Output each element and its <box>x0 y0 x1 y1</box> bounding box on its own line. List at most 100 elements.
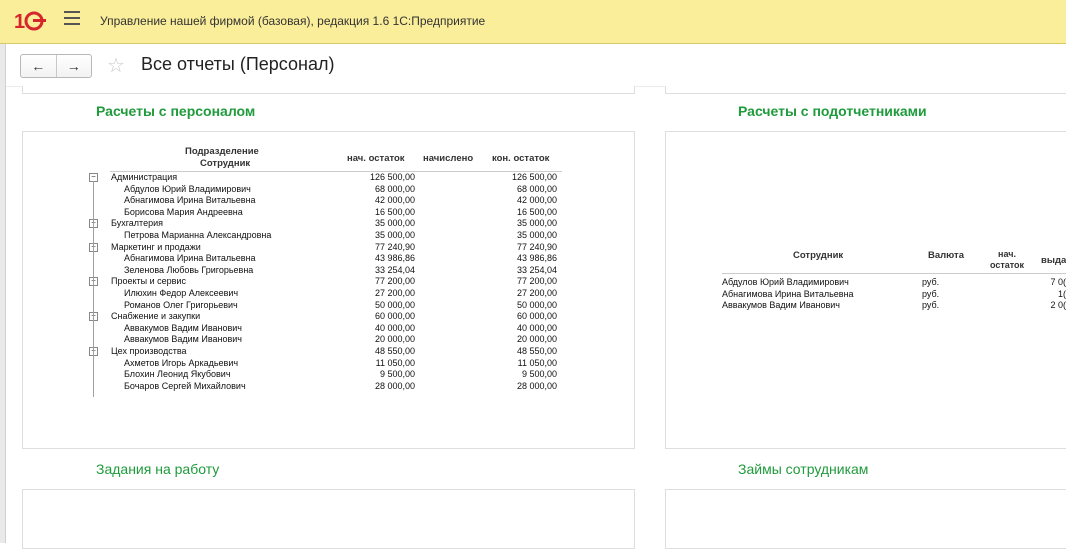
top-panel-right <box>665 86 1066 94</box>
navigation-bar: ← → ☆ Все отчеты (Персонал) <box>6 44 1066 87</box>
table-row[interactable]: Бочаров Сергей Михайлович 28 000,00 28 000… <box>0 380 570 392</box>
start-balance-cell: 11 050,00 <box>375 357 415 368</box>
row-name: Абнагимова Ирина Витальевна <box>722 288 854 299</box>
end-balance-cell: 126 500,00 <box>511 172 557 182</box>
row-name: Зеленова Любовь Григорьевна <box>124 264 254 275</box>
end-balance-cell: 48 550,00 <box>516 346 557 356</box>
end-balance-cell: 60 000,00 <box>516 311 557 322</box>
forward-button[interactable]: → <box>55 55 92 77</box>
end-balance-cell: 28 000,00 <box>516 380 557 391</box>
start-balance-cell: 68 000,00 <box>374 183 415 194</box>
acc-header-separator <box>722 273 1066 274</box>
section-title-loans[interactable]: Займы сотрудникам <box>738 461 868 477</box>
row-name: Маркетинг и продажи <box>111 241 201 252</box>
start-balance-cell: 35 000,00 <box>374 230 415 240</box>
acc-header-start: нач. остаток <box>989 249 1025 270</box>
row-name: Аввакумов Вадим Иванович <box>722 300 840 310</box>
row-name: Бухгалтерия <box>111 218 163 229</box>
tasks-panel <box>22 489 635 549</box>
row-name: Аввакумов Вадим Иванович <box>124 334 242 345</box>
table-row[interactable]: Зеленова Любовь Григорьевна 33 254,04 33 2… <box>0 264 570 276</box>
row-name: Снабжение и закупки <box>111 311 201 322</box>
acc-header-issued: выда <box>1041 255 1066 266</box>
row-name: Борисова Мария Андреевна <box>124 206 243 217</box>
table-row[interactable]: Петрова Марианна Александровна 35 000,00 3… <box>0 229 570 241</box>
table-row[interactable]: Абдулов Юрий Владимирович 68 000,00 68 000… <box>0 183 570 195</box>
start-balance-cell: 60 000,00 <box>374 311 415 322</box>
app-title: Управление нашей фирмой (базовая), редак… <box>100 14 486 28</box>
row-name: Администрация <box>111 172 178 182</box>
start-balance-cell: 9 500,00 <box>379 369 415 380</box>
end-balance-cell: 9 500,00 <box>521 369 557 380</box>
table-row[interactable]: Аввакумов Вадим Иванович руб. 2 0( <box>0 299 1066 311</box>
currency-cell: руб. <box>922 288 940 299</box>
start-balance-cell: 77 240,90 <box>374 241 415 252</box>
table-row[interactable]: Аввакумов Вадим Иванович 40 000,00 40 000,… <box>0 322 570 334</box>
table-row[interactable]: Аввакумов Вадим Иванович 20 000,00 20 000,… <box>0 333 570 345</box>
end-balance-cell: 40 000,00 <box>516 322 557 333</box>
acc-header-currency: Валюта <box>928 250 964 261</box>
header-end-balance: кон. остаток <box>492 153 550 164</box>
header-dept: Подразделение <box>185 146 259 157</box>
1c-logo-icon: 1 <box>14 11 46 33</box>
header-start-balance: нач. остаток <box>347 153 405 164</box>
end-balance-cell: 11 050,00 <box>517 357 557 368</box>
table-row[interactable]: Абдулов Юрий Владимирович руб. 7 0( <box>0 276 1066 288</box>
row-name: Цех производства <box>111 346 187 356</box>
row-name: Абнагимова Ирина Витальевна <box>124 253 256 264</box>
end-balance-cell: 35 000,00 <box>516 230 557 240</box>
top-panel-left <box>22 86 635 94</box>
end-balance-cell: 35 000,00 <box>516 218 557 229</box>
row-name: Бочаров Сергей Михайлович <box>124 380 246 391</box>
section-title-payroll[interactable]: Расчеты с персоналом <box>96 103 255 119</box>
table-row[interactable]: Абнагимова Ирина Витальевна 43 986,86 43 9… <box>0 252 570 264</box>
header-accrued: начислено <box>423 153 474 164</box>
main-menu-icon[interactable] <box>64 11 80 25</box>
section-title-accountable[interactable]: Расчеты с подотчетниками <box>738 103 927 119</box>
row-name: Ахметов Игорь Аркадьевич <box>124 357 239 368</box>
end-balance-cell: 33 254,04 <box>516 264 557 275</box>
row-name: Абдулов Юрий Владимирович <box>722 277 849 287</box>
currency-cell: руб. <box>922 300 940 310</box>
issued-cell: 2 0( <box>1050 300 1066 310</box>
section-title-tasks[interactable]: Задания на работу <box>96 461 219 477</box>
nav-buttons: ← → <box>20 54 92 78</box>
end-balance-cell: 42 000,00 <box>516 195 557 206</box>
group-row[interactable]: Цех производства 48 550,00 48 550,00 <box>0 345 570 357</box>
start-balance-cell: 33 254,04 <box>374 264 415 275</box>
group-row[interactable]: Снабжение и закупки 60 000,00 60 000,00 <box>0 310 570 322</box>
start-balance-cell: 28 000,00 <box>374 380 415 391</box>
header-employee: Сотрудник <box>200 158 251 169</box>
title-bar: 1 Управление нашей фирмой (базовая), ред… <box>0 0 1066 44</box>
start-balance-cell: 48 550,00 <box>374 346 415 356</box>
start-balance-cell: 16 500,00 <box>374 206 415 217</box>
end-balance-cell: 20 000,00 <box>516 334 557 345</box>
start-balance-cell: 20 000,00 <box>374 334 415 345</box>
loans-panel <box>665 489 1066 549</box>
currency-cell: руб. <box>922 277 940 287</box>
svg-text:1: 1 <box>14 11 25 33</box>
table-row[interactable]: Абнагимова Ирина Витальевна 42 000,00 42 0… <box>0 194 570 206</box>
group-row[interactable]: Маркетинг и продажи 77 240,90 77 240,90 <box>0 241 570 253</box>
group-row[interactable]: Бухгалтерия 35 000,00 35 000,00 <box>0 217 570 229</box>
row-name: Абнагимова Ирина Витальевна <box>124 195 256 206</box>
end-balance-cell: 16 500,00 <box>516 206 557 217</box>
row-name: Петрова Марианна Александровна <box>124 230 272 240</box>
page-title: Все отчеты (Персонал) <box>141 54 335 74</box>
start-balance-cell: 35 000,00 <box>374 218 415 229</box>
row-name: Блохин Леонид Якубович <box>124 369 231 380</box>
back-button[interactable]: ← <box>21 55 56 77</box>
end-balance-cell: 77 240,90 <box>516 241 557 252</box>
table-row[interactable]: Борисова Мария Андреевна 16 500,00 16 500,… <box>0 206 570 218</box>
acc-header-employee: Сотрудник <box>793 250 844 261</box>
table-row[interactable]: Абнагимова Ирина Витальевна руб. 1( <box>0 288 1066 300</box>
start-balance-cell: 126 500,00 <box>369 172 415 182</box>
table-row[interactable]: Блохин Леонид Якубович 9 500,00 9 500,00 <box>0 368 570 380</box>
table-row[interactable]: Ахметов Игорь Аркадьевич 11 050,00 11 050,… <box>0 357 570 369</box>
favorite-star-icon[interactable]: ☆ <box>107 53 125 78</box>
group-row[interactable]: Администрация 126 500,00 126 500,00 <box>0 171 570 183</box>
end-balance-cell: 68 000,00 <box>516 183 557 194</box>
row-name: Абдулов Юрий Владимирович <box>124 183 251 194</box>
issued-cell: 1( <box>1057 288 1066 299</box>
issued-cell: 7 0( <box>1050 277 1066 287</box>
